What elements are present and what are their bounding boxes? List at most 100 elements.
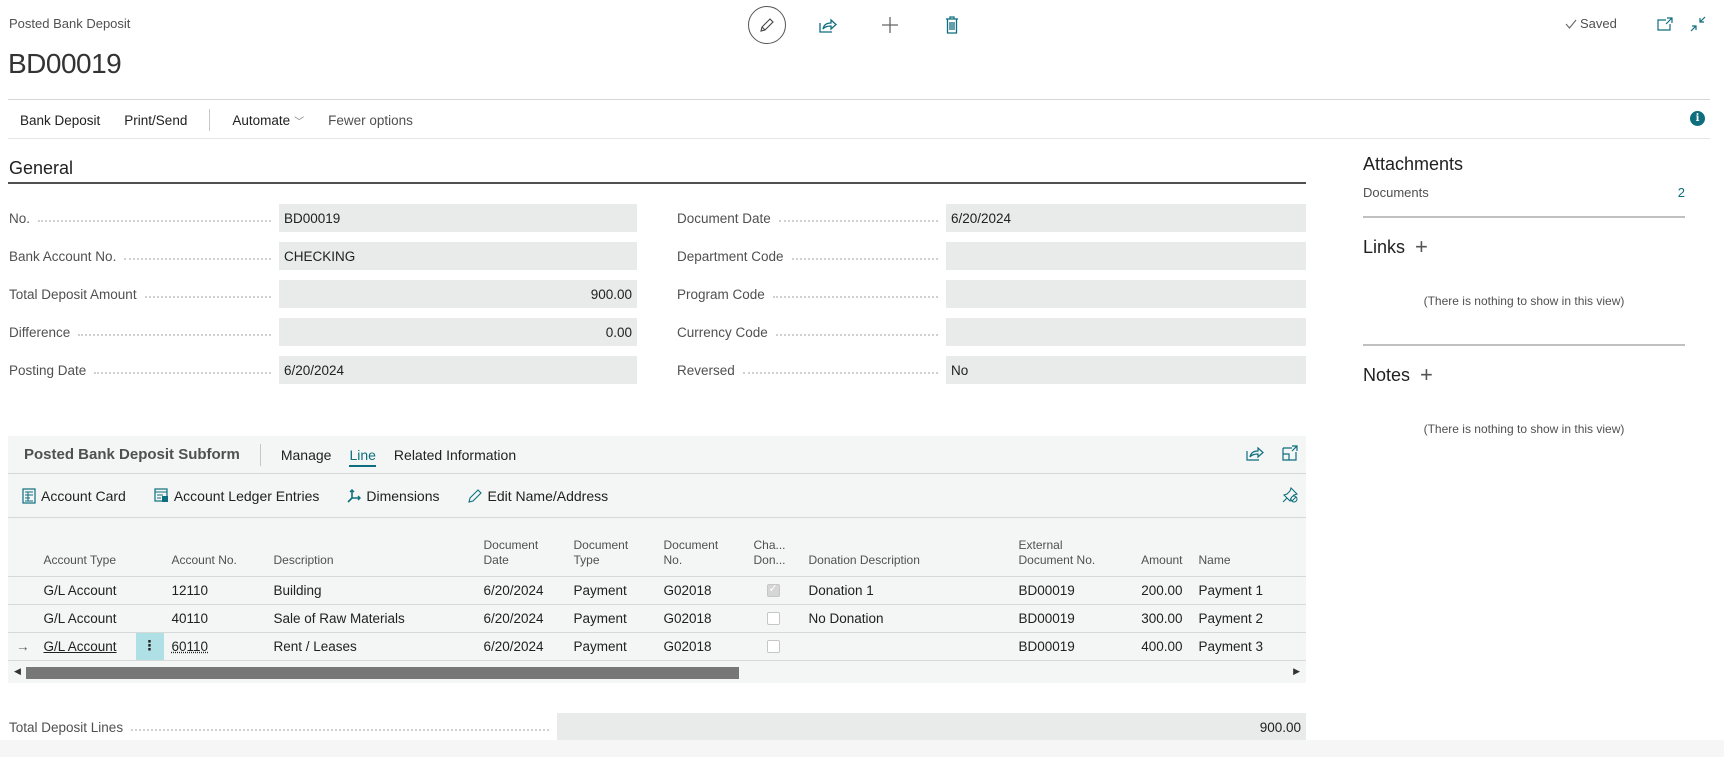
no-value[interactable]: BD00019 [279,204,637,232]
cell-name[interactable]: Payment 2 [1190,603,1306,632]
menu-bank-deposit[interactable]: Bank Deposit [8,113,112,128]
account-ledger-entries-button[interactable]: Account Ledger Entries [154,488,319,504]
horizontal-scrollbar[interactable]: ◀ ▶ [8,660,1306,683]
scroll-right-arrow-icon[interactable]: ▶ [1293,666,1300,677]
cell-description[interactable]: Rent / Leases [265,631,476,661]
menu-automate[interactable]: Automate ﹀ [220,113,316,128]
column-header-name[interactable]: Name [1191,518,1307,576]
cell-description[interactable]: Building [265,575,476,604]
scrollbar-track[interactable] [26,666,1288,679]
cell-document-date[interactable]: 6/20/2024 [475,603,566,632]
edit-button[interactable] [748,6,786,44]
subform-title[interactable]: Posted Bank Deposit Subform [24,446,240,463]
cell-amount[interactable]: 200.00 [1110,575,1191,604]
cell-document-date[interactable]: 6/20/2024 [475,631,566,661]
cell-document-type[interactable]: Payment [565,631,656,661]
table-row[interactable]: → G/L Account ⋮ 60110 Rent / Leases 6/20/2024… [8,631,1306,661]
attachments-documents-row: Documents 2 [1363,185,1685,200]
column-header-document-type[interactable]: Document Type [566,518,656,576]
tab-line[interactable]: Line [349,447,377,467]
menu-print-send[interactable]: Print/Send [112,113,199,128]
row-menu-ellipsis-icon[interactable]: ⋮ [135,631,164,661]
cell-donation-description[interactable] [800,631,1011,661]
total-deposit-lines-label: Total Deposit Lines [9,720,557,735]
charitable-donation-checkbox[interactable] [766,612,780,626]
general-right-fields: Document Date 6/20/2024 Department Code Pro… [677,204,1306,394]
unpin-button[interactable] [1282,486,1299,508]
column-header-account-no[interactable]: Account No. [164,518,266,576]
cell-account-no[interactable]: 60110 [163,631,266,661]
row-menu-header [136,518,164,576]
table-row[interactable]: G/L Account 12110 Building 6/20/2024 Payment… [8,575,1306,604]
reversed-value[interactable]: No [946,356,1306,384]
cell-amount[interactable]: 300.00 [1110,603,1191,632]
column-header-donation-description[interactable]: Donation Description [801,518,1011,576]
cell-document-no[interactable]: G02018 [655,603,746,632]
currency-code-value[interactable] [946,318,1306,346]
cell-external-document-no[interactable]: BD00019 [1010,603,1111,632]
edit-name-address-button[interactable]: Edit Name/Address [467,488,608,504]
dimensions-icon [347,488,362,503]
info-icon[interactable]: i [1690,111,1705,126]
charitable-donation-checkbox[interactable] [766,640,780,654]
column-header-document-date[interactable]: Document Date [476,518,566,576]
expand-icon[interactable] [1282,445,1298,461]
tab-related-information[interactable]: Related Information [394,447,516,463]
bank-account-no-label: Bank Account No. [9,249,279,264]
add-note-plus-icon[interactable]: + [1420,362,1433,388]
column-header-amount[interactable]: Amount [1111,518,1191,576]
cell-donation-description[interactable]: Donation 1 [800,575,1011,604]
open-new-window-button[interactable] [1655,14,1675,34]
cell-document-type[interactable]: Payment [565,575,656,604]
cell-amount[interactable]: 400.00 [1110,631,1191,661]
total-deposit-amount-value[interactable]: 900.00 [279,280,637,308]
cell-donation-description[interactable]: No Donation [800,603,1011,632]
account-card-icon [22,487,36,504]
notes-header: Notes + [1363,362,1685,388]
difference-field: Difference 0.00 [9,318,637,346]
scroll-left-arrow-icon[interactable]: ◀ [14,666,21,677]
cell-description[interactable]: Sale of Raw Materials [265,603,476,632]
cell-document-no[interactable]: G02018 [655,631,746,661]
share-button[interactable] [808,6,848,44]
cell-account-no[interactable]: 12110 [163,575,266,604]
table-row[interactable]: G/L Account 40110 Sale of Raw Materials 6/2… [8,603,1306,632]
cell-document-date[interactable]: 6/20/2024 [475,575,566,604]
cell-document-no[interactable]: G02018 [655,575,746,604]
cell-account-type[interactable]: G/L Account [37,603,136,632]
column-header-description[interactable]: Description [266,518,476,576]
dimensions-button[interactable]: Dimensions [347,488,440,504]
cell-name[interactable]: Payment 1 [1190,575,1306,604]
share-icon[interactable] [1246,445,1264,461]
column-header-external-document-no[interactable]: External Document No. [1011,518,1111,576]
cell-account-type[interactable]: G/L Account [37,631,136,661]
delete-button[interactable] [932,6,972,44]
column-header-account-type[interactable]: Account Type [38,518,136,576]
column-header-document-no[interactable]: Document No. [656,518,746,576]
total-deposit-lines-field: Total Deposit Lines 900.00 [9,713,1306,741]
general-section-title[interactable]: General [9,158,73,179]
department-code-value[interactable] [946,242,1306,270]
menu-fewer-options[interactable]: Fewer options [316,113,425,128]
new-button[interactable] [870,6,910,44]
posting-date-value[interactable]: 6/20/2024 [279,356,637,384]
cell-account-no[interactable]: 40110 [163,603,266,632]
cell-account-type[interactable]: G/L Account [37,575,136,604]
add-link-plus-icon[interactable]: + [1415,234,1428,260]
cell-name[interactable]: Payment 3 [1190,631,1306,661]
program-code-value[interactable] [946,280,1306,308]
collapse-button[interactable] [1688,14,1708,34]
tab-manage[interactable]: Manage [281,447,332,463]
scrollbar-thumb[interactable] [26,666,740,679]
charitable-donation-checkbox[interactable] [766,582,780,598]
document-date-value[interactable]: 6/20/2024 [946,204,1306,232]
account-card-button[interactable]: Account Card [22,488,126,504]
cell-document-type[interactable]: Payment [565,603,656,632]
cell-external-document-no[interactable]: BD00019 [1010,575,1111,604]
column-header-charitable-donation[interactable]: Cha... Don... [746,518,801,576]
bank-account-no-value[interactable]: CHECKING [279,242,637,270]
cell-external-document-no[interactable]: BD00019 [1010,631,1111,661]
bank-account-no-field: Bank Account No. CHECKING [9,242,637,270]
documents-count-link[interactable]: 2 [1678,185,1685,200]
difference-value[interactable]: 0.00 [279,318,637,346]
